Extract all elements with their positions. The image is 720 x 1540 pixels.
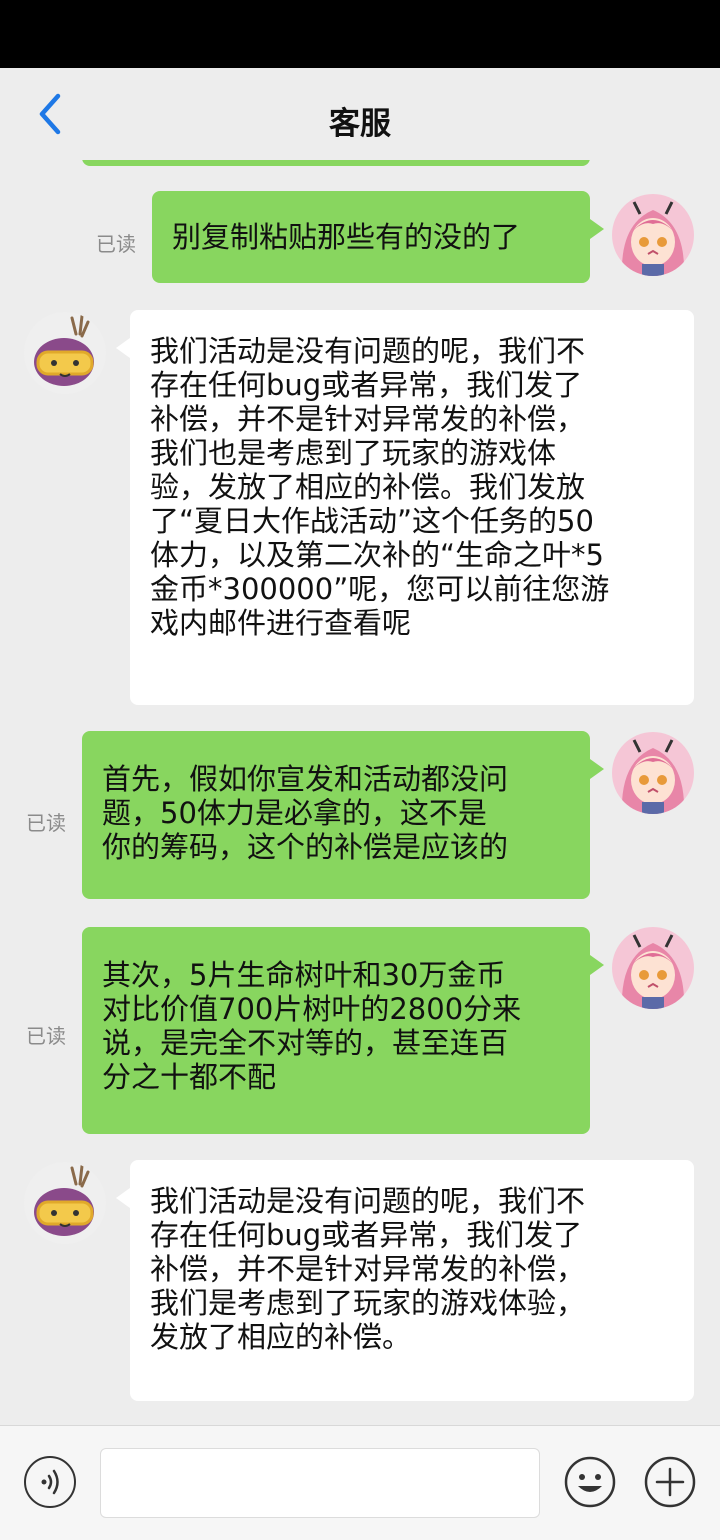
message-input[interactable] — [100, 1448, 540, 1518]
read-receipt: 已读 — [26, 1024, 66, 1048]
voice-icon — [41, 1469, 59, 1495]
user-avatar[interactable] — [612, 927, 694, 1009]
input-bar — [0, 1425, 720, 1540]
read-receipt: 已读 — [26, 811, 66, 835]
more-button[interactable] — [644, 1456, 696, 1508]
user-avatar-icon — [612, 732, 694, 814]
agent-avatar[interactable] — [24, 312, 106, 394]
user-avatar-icon — [612, 927, 694, 1009]
page-title: 客服 — [329, 106, 391, 142]
voice-button[interactable] — [24, 1456, 76, 1508]
agent-avatar-icon — [24, 1162, 106, 1244]
message-bubble-partial — [82, 160, 590, 166]
nav-bar: 客服 — [0, 68, 720, 160]
plus-icon — [644, 1456, 696, 1508]
message-bubble-sent[interactable]: 首先，假如你宣发和活动都没问 题，50体力是必拿的，这不是 你的筹码，这个的补偿… — [82, 731, 604, 899]
message-bubble-sent[interactable]: 别复制粘贴那些有的没的了 — [152, 191, 604, 283]
message-bubble-received[interactable]: 我们活动是没有问题的呢，我们不 存在任何bug或者异常，我们发了 补偿，并不是针… — [116, 1160, 694, 1401]
user-avatar-icon — [612, 194, 694, 276]
message-bubble-received[interactable]: 我们活动是没有问题的呢，我们不 存在任何bug或者异常，我们发了 补偿，并不是针… — [116, 310, 694, 705]
emoji-button[interactable] — [564, 1456, 616, 1508]
chat-list[interactable]: 已读 别复制粘贴那些有的没的了 我们活动是没有问题的呢，我们不 存在任何bug或… — [0, 160, 720, 1425]
agent-avatar-icon — [24, 312, 106, 394]
emoji-icon — [564, 1456, 616, 1508]
message-bubble-sent[interactable]: 其次，5片生命树叶和30万金币 对比价值700片树叶的2800分来 说，是完全不… — [82, 927, 604, 1134]
status-bar — [0, 0, 720, 68]
read-receipt: 已读 — [96, 232, 136, 256]
user-avatar[interactable] — [612, 732, 694, 814]
user-avatar[interactable] — [612, 194, 694, 276]
agent-avatar[interactable] — [24, 1162, 106, 1244]
